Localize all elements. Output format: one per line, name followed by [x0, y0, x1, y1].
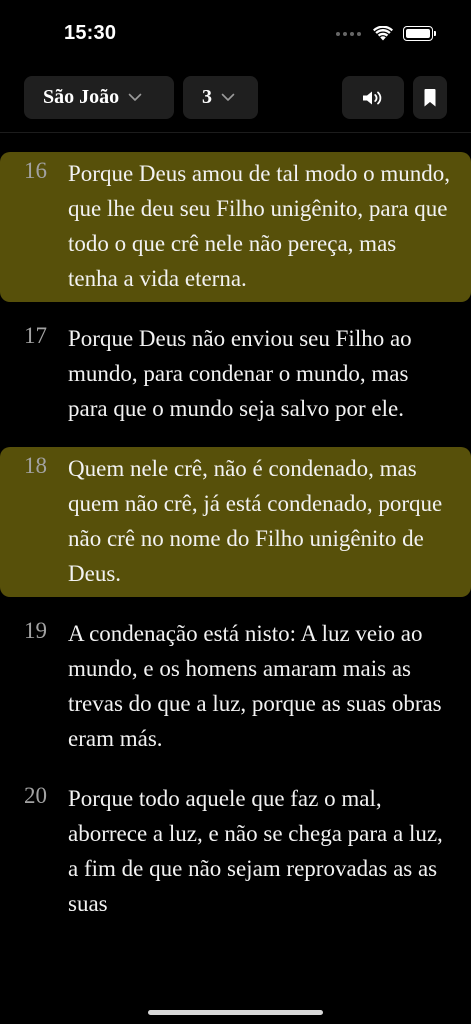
- status-bar: 15:30: [0, 0, 471, 70]
- status-time: 15:30: [64, 22, 117, 44]
- verse-number: 17: [24, 323, 47, 348]
- status-icons: [336, 26, 436, 41]
- verse-text: Porque Deus não enviou seu Filho ao mund…: [68, 326, 412, 421]
- verse-item[interactable]: 17 Porque Deus não enviou seu Filho ao m…: [0, 317, 471, 432]
- book-label: São João: [43, 86, 120, 108]
- cellular-signal-icon: [336, 31, 361, 36]
- verse-text: Porque todo aquele que faz o mal, aborre…: [68, 786, 443, 916]
- battery-icon: [403, 26, 436, 41]
- reader-toolbar: São João 3: [0, 76, 471, 132]
- speaker-icon: [363, 91, 382, 104]
- verse-number: 20: [24, 783, 47, 808]
- verse-list: 16 Porque Deus amou de tal modo o mundo,…: [0, 152, 471, 927]
- verse-number: 18: [24, 453, 47, 478]
- home-indicator[interactable]: [148, 1010, 323, 1015]
- wifi-icon: [373, 26, 393, 41]
- bookmark-button[interactable]: [413, 76, 447, 119]
- book-selector-button[interactable]: São João: [24, 76, 174, 119]
- verse-text: Porque Deus amou de tal modo o mundo, qu…: [68, 161, 451, 291]
- toolbar-divider: [0, 132, 471, 133]
- verse-number: 19: [24, 618, 47, 643]
- verse-text: A condenação está nisto: A luz veio ao m…: [68, 621, 442, 751]
- verse-item[interactable]: 20 Porque todo aquele que faz o mal, abo…: [0, 777, 471, 927]
- verse-text: Quem nele crê, não é condenado, mas quem…: [68, 456, 443, 586]
- chapter-selector-button[interactable]: 3: [183, 76, 258, 119]
- audio-button[interactable]: [342, 76, 404, 119]
- chevron-down-icon: [128, 93, 142, 101]
- bookmark-icon: [424, 88, 436, 106]
- verse-item[interactable]: 19 A condenação está nisto: A luz veio a…: [0, 612, 471, 762]
- chevron-down-icon: [221, 93, 235, 101]
- verse-item[interactable]: 16 Porque Deus amou de tal modo o mundo,…: [0, 152, 471, 302]
- verse-item[interactable]: 18 Quem nele crê, não é condenado, mas q…: [0, 447, 471, 597]
- verse-number: 16: [24, 158, 47, 183]
- chapter-label: 3: [202, 86, 212, 108]
